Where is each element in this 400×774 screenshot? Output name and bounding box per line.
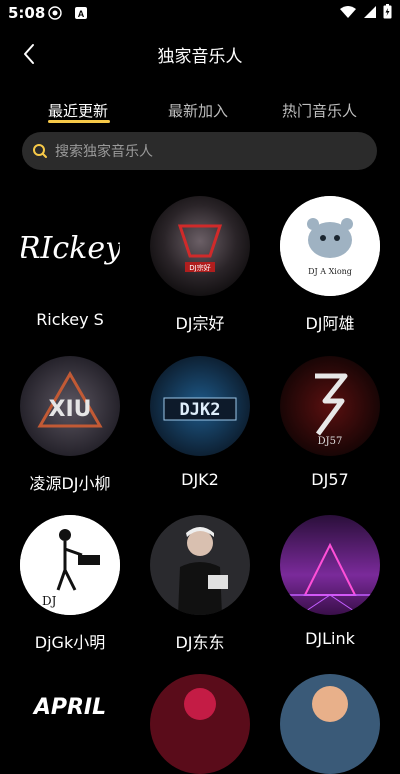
artist-name: DJ阿雄 <box>305 314 355 333</box>
artist-avatar-image: DJ A Xiong <box>280 196 380 296</box>
wifi-icon <box>340 5 356 18</box>
svg-text:APRIL: APRIL <box>32 695 106 720</box>
artist-item[interactable]: XIU 凌源DJ小柳 <box>10 356 130 494</box>
avatar[interactable]: DJ宗好 <box>150 196 250 296</box>
avatar[interactable] <box>280 515 380 615</box>
svg-text:DJK2: DJK2 <box>180 400 221 420</box>
avatar[interactable]: DJ <box>20 515 120 615</box>
notification-icon <box>48 6 62 20</box>
signal-icon <box>364 5 376 18</box>
status-bar: 5:08 A <box>0 0 400 28</box>
search-bar[interactable] <box>22 132 377 172</box>
artist-item[interactable]: DJ东东 <box>140 515 260 653</box>
artist-name: DJLink <box>305 629 355 648</box>
artist-avatar-image <box>280 515 380 615</box>
artist-item[interactable]: DJ A Xiong DJ阿雄 <box>270 196 390 334</box>
svg-text:A: A <box>78 9 85 19</box>
app-bar: 独家音乐人 <box>0 36 400 72</box>
artist-item[interactable]: DJ宗好 DJ宗好 <box>140 196 260 334</box>
avatar[interactable]: RIckey <box>20 196 120 296</box>
artist-avatar-image: DJK2 <box>150 356 250 456</box>
avatar[interactable] <box>280 674 380 774</box>
tab-recent-updates[interactable]: 最近更新 <box>48 100 108 121</box>
avatar[interactable]: DJ57 <box>280 356 380 456</box>
avatar[interactable] <box>150 674 250 774</box>
artist-avatar-image <box>150 674 250 774</box>
artist-item[interactable]: DJ DjGk小明 <box>10 515 130 653</box>
artist-avatar-image: RIckey <box>20 196 120 296</box>
artist-avatar-image <box>150 515 250 615</box>
search-icon <box>33 144 47 158</box>
avatar[interactable] <box>150 515 250 615</box>
status-time: 5:08 <box>8 4 46 22</box>
tab-newly-joined[interactable]: 最新加入 <box>168 100 228 121</box>
tab-popular-artists[interactable]: 热门音乐人 <box>282 100 357 121</box>
avatar[interactable]: DJ A Xiong <box>280 196 380 296</box>
avatar-logo-text: RIckey <box>20 231 120 266</box>
artist-item[interactable] <box>140 674 260 774</box>
svg-text:XIU: XIU <box>48 397 91 422</box>
artist-name: 凌源DJ小柳 <box>29 474 111 493</box>
svg-text:DJ: DJ <box>42 594 57 608</box>
svg-text:DJ57: DJ57 <box>318 436 343 447</box>
artist-item[interactable]: DJ57 DJ57 <box>270 356 390 489</box>
artist-item[interactable]: DJLink <box>270 515 390 648</box>
active-tab-indicator <box>48 120 110 123</box>
artist-avatar-image: DJ57 <box>280 356 380 456</box>
battery-icon <box>383 4 392 19</box>
search-input[interactable] <box>53 132 367 172</box>
artist-avatar-image: XIU <box>20 356 120 456</box>
artist-avatar-image <box>280 674 380 774</box>
artist-avatar-image: DJ宗好 <box>150 196 250 296</box>
avatar[interactable]: DJK2 <box>150 356 250 456</box>
artist-name: DJK2 <box>181 470 219 489</box>
artist-name: DJ东东 <box>175 633 225 652</box>
svg-text:DJ宗好: DJ宗好 <box>189 263 210 272</box>
tab-bar: 最近更新 最新加入 热门音乐人 <box>0 96 400 126</box>
artist-avatar-image: DJ <box>20 515 120 615</box>
app-notification-icon: A <box>75 7 87 19</box>
artist-name: DjGk小明 <box>34 633 106 652</box>
page-title: 独家音乐人 <box>157 47 243 67</box>
avatar[interactable]: APRIL <box>20 674 120 774</box>
artist-item[interactable]: DJK2 DJK2 <box>140 356 260 489</box>
artist-avatar-image: APRIL <box>20 674 120 774</box>
artist-item[interactable]: RIckey Rickey S <box>10 196 130 329</box>
artist-item[interactable] <box>270 674 390 774</box>
avatar[interactable]: XIU <box>20 356 120 456</box>
svg-text:DJ A Xiong: DJ A Xiong <box>308 267 352 276</box>
artist-name: Rickey S <box>36 310 104 329</box>
artist-name: DJ宗好 <box>175 314 225 333</box>
artist-name: DJ57 <box>311 470 349 489</box>
artist-item[interactable]: APRIL <box>10 674 130 774</box>
